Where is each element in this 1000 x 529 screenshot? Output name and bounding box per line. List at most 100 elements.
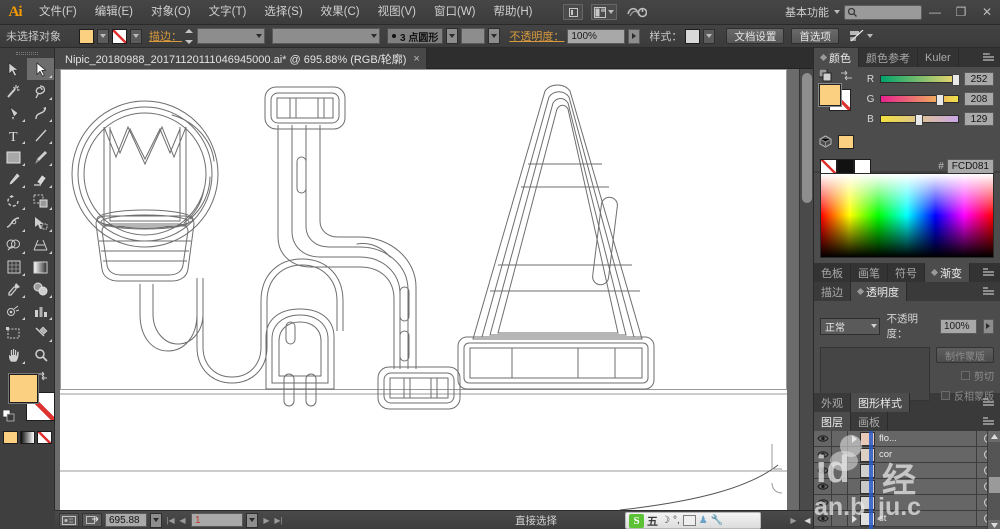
close-button[interactable]: ✕ bbox=[974, 0, 1000, 25]
layer-visibility-eye-icon[interactable] bbox=[814, 510, 832, 527]
comma-icon[interactable]: °, bbox=[673, 515, 680, 526]
menu-type[interactable]: 文字(T) bbox=[200, 0, 256, 25]
canvas-vertical-scrollbar[interactable] bbox=[799, 69, 813, 510]
width-tool[interactable] bbox=[0, 212, 27, 234]
tab-artboards[interactable]: 画板 bbox=[851, 412, 888, 431]
artboard-tool[interactable] bbox=[0, 322, 27, 344]
restore-button[interactable]: ❐ bbox=[948, 0, 974, 25]
scrollbar-thumb[interactable] bbox=[802, 73, 812, 203]
search-input[interactable] bbox=[844, 4, 922, 20]
direct-selection-tool[interactable] bbox=[27, 58, 54, 80]
layers-scrollbar-thumb[interactable] bbox=[989, 477, 1000, 493]
fill-indicator-swatch[interactable] bbox=[9, 374, 38, 403]
stroke-style-combo[interactable] bbox=[272, 28, 380, 44]
opacity-popup-button[interactable] bbox=[628, 28, 641, 44]
minimize-button[interactable]: — bbox=[922, 0, 948, 25]
tab-kuler[interactable]: Kuler bbox=[918, 48, 959, 67]
fill-color-swatch[interactable] bbox=[79, 28, 94, 44]
free-transform-tool[interactable] bbox=[27, 212, 54, 234]
menu-window[interactable]: 窗口(W) bbox=[425, 0, 485, 25]
swatch-black[interactable] bbox=[837, 159, 854, 174]
menu-view[interactable]: 视图(V) bbox=[369, 0, 425, 25]
gradient-fill-mode-button[interactable] bbox=[19, 431, 35, 444]
menu-effect[interactable]: 效果(C) bbox=[312, 0, 369, 25]
next-artboard-icon[interactable]: ▶ bbox=[261, 513, 272, 527]
tab-transparency[interactable]: 透明度 bbox=[851, 282, 907, 301]
layer-lock-toggle[interactable] bbox=[832, 446, 848, 463]
line-segment-tool[interactable] bbox=[27, 124, 54, 146]
menu-object[interactable]: 对象(O) bbox=[142, 0, 200, 25]
invert-mask-checkbox[interactable] bbox=[941, 391, 950, 400]
fill-stroke-toggle-icon[interactable] bbox=[819, 69, 832, 82]
eyedropper-tool[interactable] bbox=[0, 278, 27, 300]
opacity-label[interactable]: 不透明度： bbox=[509, 28, 564, 44]
pen-tool[interactable] bbox=[0, 102, 27, 124]
zoom-level-dropdown[interactable] bbox=[150, 512, 162, 528]
value-b[interactable]: 129 bbox=[964, 112, 994, 126]
tab-gradient[interactable]: 渐变 bbox=[925, 263, 970, 282]
mesh-tool[interactable] bbox=[0, 256, 27, 278]
layer-visibility-eye-icon[interactable] bbox=[814, 430, 832, 447]
artboard-number-dropdown[interactable] bbox=[246, 512, 258, 528]
swatch-none[interactable] bbox=[820, 159, 837, 174]
cc-sync-icon[interactable] bbox=[625, 4, 649, 20]
tab-symbols[interactable]: 符号 bbox=[888, 263, 925, 282]
document-tab-close-icon[interactable]: × bbox=[413, 53, 419, 65]
layer-lock-toggle[interactable] bbox=[832, 430, 848, 447]
table-row[interactable]: cor bbox=[814, 446, 1000, 463]
layer-lock-toggle[interactable] bbox=[832, 494, 848, 511]
sogou-logo-icon[interactable]: S bbox=[629, 513, 644, 528]
layer-name[interactable]: cor bbox=[879, 449, 976, 460]
layer-expand-arrow-icon[interactable] bbox=[848, 514, 860, 523]
scale-tool[interactable] bbox=[27, 190, 54, 212]
eraser-tool[interactable] bbox=[27, 168, 54, 190]
selection-tool[interactable] bbox=[0, 58, 27, 80]
table-row[interactable] bbox=[814, 494, 1000, 511]
column-graph-tool[interactable] bbox=[27, 300, 54, 322]
layer-name[interactable]: flo... bbox=[879, 433, 976, 444]
swap-fill-stroke-icon[interactable] bbox=[38, 371, 48, 381]
moon-icon[interactable]: ☽ bbox=[661, 515, 670, 526]
transparency-opacity-field[interactable]: 100% bbox=[940, 318, 977, 334]
status-expand-arrow-icon[interactable]: ▶ bbox=[788, 513, 799, 527]
align-chevron-down-icon[interactable] bbox=[866, 34, 873, 38]
prev-artboard-icon[interactable]: ◀ bbox=[177, 513, 188, 527]
rectangle-tool[interactable] bbox=[0, 146, 27, 168]
layer-visibility-eye-icon[interactable] bbox=[814, 446, 832, 463]
layer-lock-toggle[interactable] bbox=[832, 478, 848, 495]
document-tab[interactable]: Nipic_20180988_20171120111046945000.ai* … bbox=[55, 48, 427, 69]
slider-r[interactable] bbox=[880, 74, 960, 86]
type-tool[interactable]: T bbox=[0, 124, 27, 146]
tab-layers[interactable]: 图层 bbox=[814, 412, 851, 431]
artboard-number-field[interactable]: 1 bbox=[191, 513, 243, 527]
transparency-opacity-popup-button[interactable] bbox=[982, 318, 994, 334]
layers-list[interactable]: flo... cor st id 经 an.b ju.c bbox=[814, 430, 1000, 529]
arrange-documents-icon[interactable] bbox=[591, 4, 618, 20]
layers-scroll-down-arrow-icon[interactable] bbox=[988, 520, 1000, 529]
stroke-weight-label[interactable]: 描边： bbox=[149, 28, 182, 44]
color-recent-swatch[interactable] bbox=[838, 135, 854, 149]
menu-edit[interactable]: 编辑(E) bbox=[86, 0, 142, 25]
color-fill-swatch[interactable] bbox=[819, 84, 841, 106]
hand-tool[interactable] bbox=[0, 344, 27, 366]
layer-lock-toggle[interactable] bbox=[832, 462, 848, 479]
graphic-style-swatch[interactable] bbox=[685, 28, 701, 44]
layer-expand-arrow-icon[interactable] bbox=[848, 434, 860, 443]
lasso-tool[interactable] bbox=[27, 80, 54, 102]
perspective-grid-tool[interactable] bbox=[27, 234, 54, 256]
paintbrush-tool[interactable] bbox=[27, 146, 54, 168]
artboard[interactable] bbox=[60, 69, 787, 510]
ime-mode-label[interactable]: 五 bbox=[647, 513, 658, 529]
hex-value-field[interactable]: FCD081 bbox=[946, 158, 994, 174]
document-setup-button[interactable]: 文档设置 bbox=[726, 28, 785, 44]
value-r[interactable]: 252 bbox=[964, 72, 994, 86]
zoom-level-field[interactable]: 695.88 bbox=[105, 513, 147, 527]
slider-g[interactable] bbox=[880, 94, 959, 106]
table-row[interactable]: st bbox=[814, 510, 1000, 527]
tab-swatches[interactable]: 色板 bbox=[814, 263, 851, 282]
tab-color[interactable]: 颜色 bbox=[814, 48, 859, 67]
blend-tool[interactable] bbox=[27, 278, 54, 300]
layers-panel-menu-icon[interactable] bbox=[978, 412, 1000, 431]
layer-visibility-eye-icon[interactable] bbox=[814, 494, 832, 511]
artboard-navigator-icon[interactable] bbox=[59, 513, 79, 527]
